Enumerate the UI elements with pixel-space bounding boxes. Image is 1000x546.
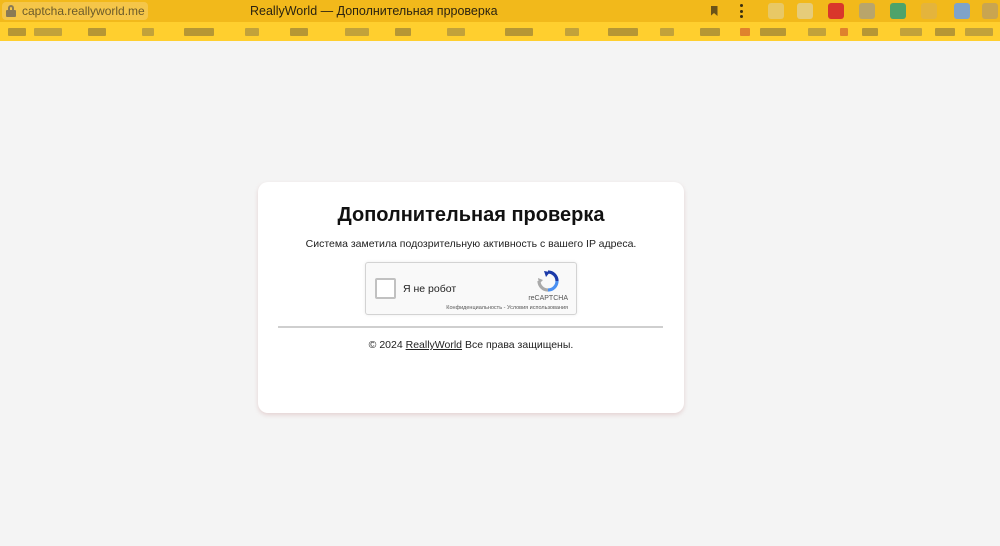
- bookmark-item[interactable]: [34, 28, 62, 36]
- verification-card: Дополнительная проверка Система заметила…: [258, 182, 684, 413]
- privacy-link[interactable]: Конфиденциальность: [446, 305, 502, 311]
- extension-icon[interactable]: [954, 3, 970, 19]
- bookmark-item[interactable]: [660, 28, 674, 36]
- bookmark-item[interactable]: [447, 28, 465, 36]
- bookmark-item[interactable]: [965, 28, 993, 36]
- divider: [278, 326, 663, 328]
- bookmark-item[interactable]: [808, 28, 826, 36]
- browser-toolbar: captcha.reallyworld.me ReallyWorld — Доп…: [0, 0, 1000, 22]
- page-title: Дополнительная проверка: [337, 204, 605, 226]
- window-title: ReallyWorld — Дополнительная прроверка: [250, 4, 498, 18]
- recaptcha-links: Конфиденциальность - Условия использован…: [366, 305, 576, 311]
- bookmark-item[interactable]: [760, 28, 786, 36]
- footer: © 2024 ReallyWorld Все права защищены.: [258, 339, 684, 351]
- bookmark-item[interactable]: [88, 28, 106, 36]
- bookmarks-bar: [0, 22, 1000, 41]
- url-text[interactable]: captcha.reallyworld.me: [22, 4, 145, 18]
- extension-icon[interactable]: [797, 3, 813, 19]
- recaptcha-label: Я не робот: [403, 283, 457, 295]
- recaptcha-brand: reCAPTCHA: [528, 295, 568, 302]
- more-menu-icon[interactable]: [738, 4, 744, 18]
- lock-icon[interactable]: [6, 5, 16, 17]
- bookmark-item[interactable]: [700, 28, 720, 36]
- bookmark-item[interactable]: [900, 28, 922, 36]
- extension-icon[interactable]: [828, 3, 844, 19]
- bookmark-item[interactable]: [395, 28, 411, 36]
- bookmark-icon[interactable]: [703, 3, 725, 19]
- copyright-prefix: © 2024: [368, 339, 406, 351]
- recaptcha-widget: Я не робот reCAPTCHA Конфиденциальность …: [365, 262, 577, 315]
- bookmark-item[interactable]: [142, 28, 154, 36]
- copyright-suffix: Все права защищены.: [462, 339, 574, 351]
- address-bar[interactable]: captcha.reallyworld.me: [2, 2, 148, 20]
- bookmark-item[interactable]: [935, 28, 955, 36]
- extension-icon[interactable]: [859, 3, 875, 19]
- bookmark-item[interactable]: [740, 28, 750, 36]
- extension-icon[interactable]: [921, 3, 937, 19]
- extension-icon[interactable]: [982, 3, 998, 19]
- bookmark-item[interactable]: [565, 28, 579, 36]
- extension-icon[interactable]: [768, 3, 784, 19]
- bookmark-item[interactable]: [290, 28, 308, 36]
- footer-brand-link[interactable]: ReallyWorld: [406, 339, 462, 351]
- terms-link[interactable]: Условия использования: [507, 305, 568, 311]
- bookmark-item[interactable]: [840, 28, 848, 36]
- warning-message: Система заметила подозрительную активнос…: [305, 238, 637, 250]
- bookmark-item[interactable]: [245, 28, 259, 36]
- bookmark-item[interactable]: [8, 28, 26, 36]
- extension-icon[interactable]: [890, 3, 906, 19]
- bookmark-item[interactable]: [184, 28, 214, 36]
- recaptcha-logo-icon: [537, 270, 559, 292]
- bookmark-item[interactable]: [345, 28, 369, 36]
- bookmark-item[interactable]: [505, 28, 533, 36]
- bookmark-item[interactable]: [608, 28, 638, 36]
- bookmark-item[interactable]: [862, 28, 878, 36]
